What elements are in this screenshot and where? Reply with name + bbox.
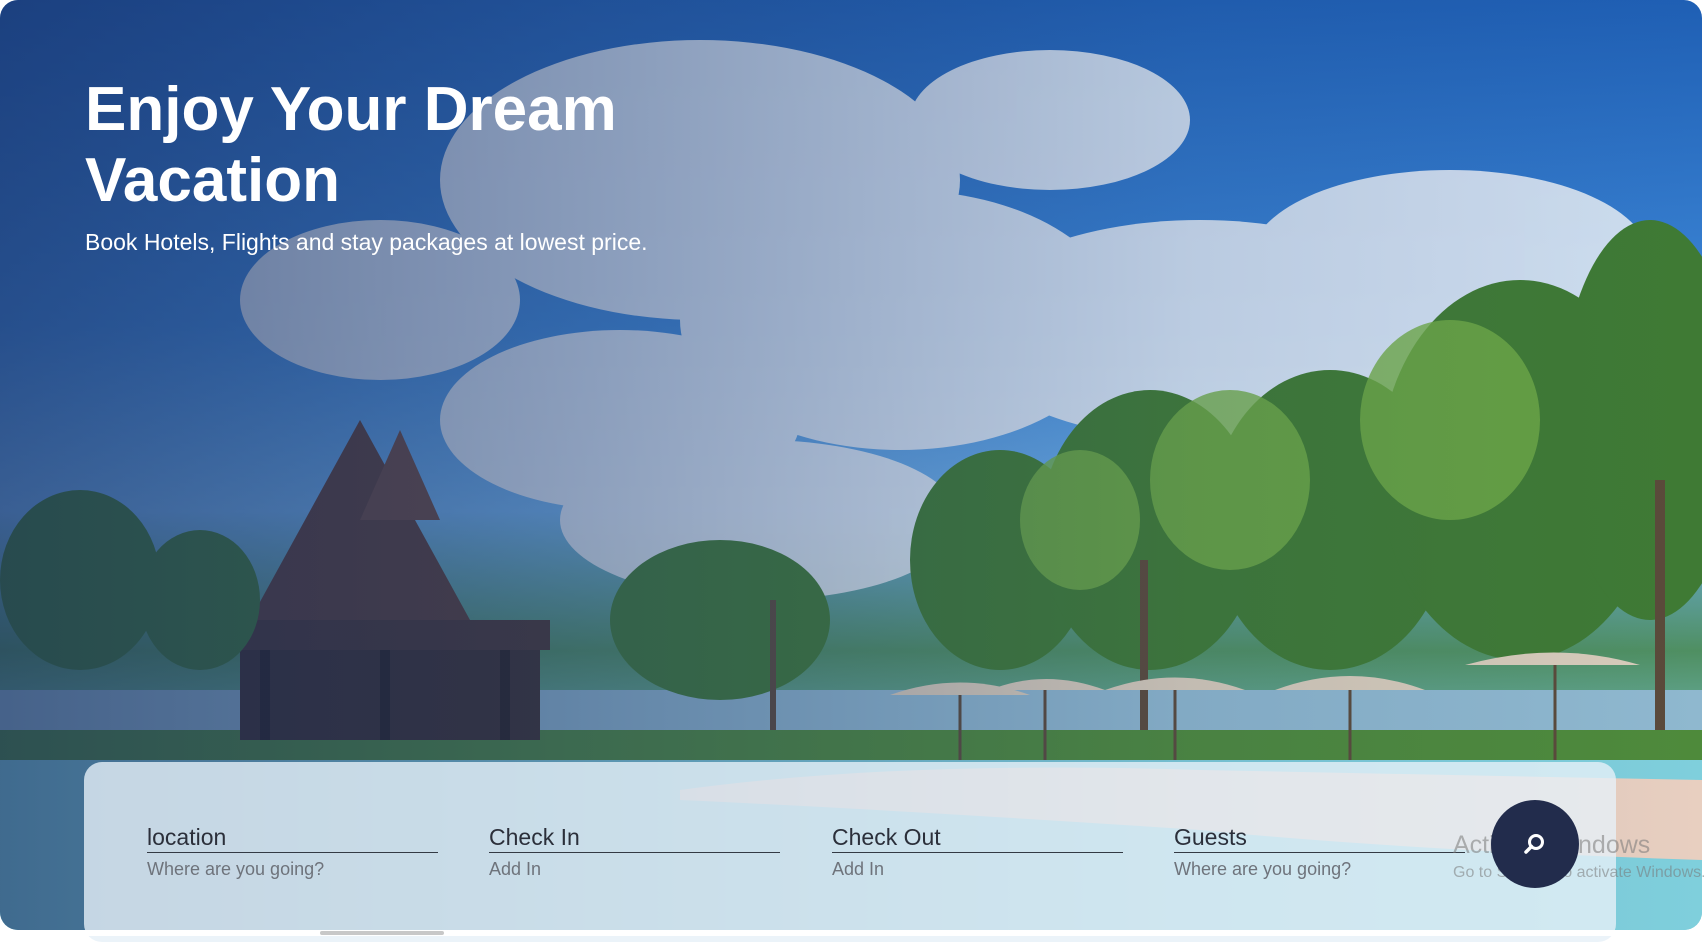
check-in-input[interactable] xyxy=(489,859,780,880)
location-input[interactable] xyxy=(147,859,438,880)
check-out-label: Check Out xyxy=(832,824,1123,853)
check-in-field: Check In xyxy=(489,824,780,880)
guests-field: Guests xyxy=(1174,824,1465,880)
search-panel: location Check In Check Out Guests xyxy=(84,762,1616,942)
search-icon xyxy=(1524,834,1544,854)
location-field: location xyxy=(147,824,438,880)
check-out-field: Check Out xyxy=(832,824,1123,880)
page-bottom-edge xyxy=(0,930,1704,936)
hero-subtitle: Book Hotels, Flights and stay packages a… xyxy=(85,229,648,255)
search-button[interactable] xyxy=(1491,800,1579,888)
hero-title: Enjoy Your Dream Vacation xyxy=(85,75,617,215)
guests-label: Guests xyxy=(1174,824,1465,853)
watermark-subtitle: Go to Settings to activate Windows. xyxy=(1453,864,1704,881)
check-in-label: Check In xyxy=(489,824,780,853)
check-out-input[interactable] xyxy=(832,859,1123,880)
guests-input[interactable] xyxy=(1174,859,1465,880)
location-label: location xyxy=(147,824,438,853)
horizontal-scrollbar[interactable] xyxy=(320,931,444,935)
